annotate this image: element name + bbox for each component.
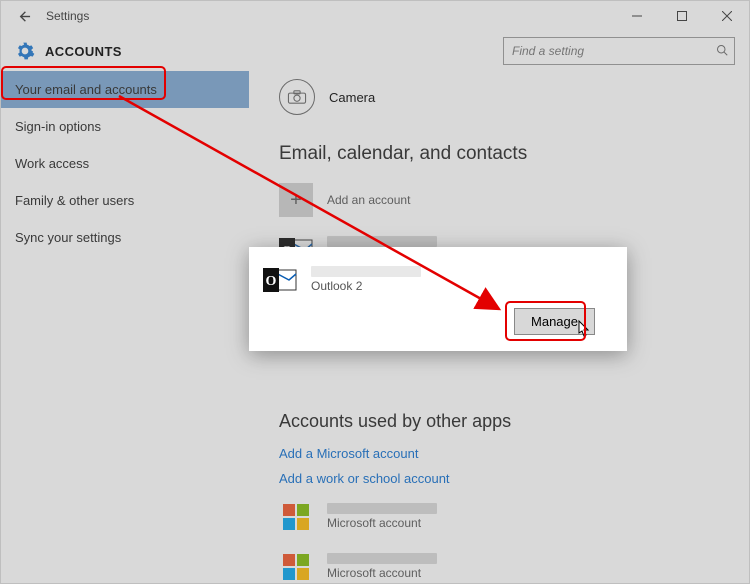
camera-row[interactable]: Camera: [279, 79, 729, 115]
sidebar: Your email and accounts Sign-in options …: [1, 71, 249, 583]
sidebar-item-label: Work access: [15, 156, 89, 171]
add-ms-account-link[interactable]: Add a Microsoft account: [279, 446, 729, 461]
search-input[interactable]: [510, 43, 716, 59]
selected-account-panel: O Outlook 2 Manage: [249, 247, 627, 351]
search-box[interactable]: [503, 37, 735, 65]
sidebar-item-work-access[interactable]: Work access: [1, 145, 249, 182]
camera-icon: [279, 79, 315, 115]
sidebar-item-label: Sign-in options: [15, 119, 101, 134]
sidebar-item-sync-settings[interactable]: Sync your settings: [1, 219, 249, 256]
header: ACCOUNTS: [1, 31, 749, 71]
account-provider: Microsoft account: [327, 566, 437, 580]
account-provider: Microsoft account: [327, 516, 437, 530]
account-email-redacted: [327, 236, 437, 247]
maximize-icon: [677, 11, 687, 21]
sidebar-item-label: Sync your settings: [15, 230, 121, 245]
account-provider: Outlook 2: [311, 279, 421, 293]
search-icon: [716, 44, 728, 59]
microsoft-logo-icon: [279, 550, 313, 583]
account-email-redacted: [327, 553, 437, 564]
minimize-button[interactable]: [614, 1, 659, 31]
sidebar-item-email-accounts[interactable]: Your email and accounts: [1, 71, 249, 108]
sidebar-item-signin-options[interactable]: Sign-in options: [1, 108, 249, 145]
sidebar-item-label: Your email and accounts: [15, 82, 157, 97]
close-button[interactable]: [704, 1, 749, 31]
sidebar-item-label: Family & other users: [15, 193, 134, 208]
settings-gear-icon: [15, 41, 35, 61]
sidebar-item-family-users[interactable]: Family & other users: [1, 182, 249, 219]
add-account-label: Add an account: [327, 193, 410, 207]
account-email-redacted: [311, 266, 421, 277]
manage-button[interactable]: Manage: [514, 308, 595, 335]
svg-text:O: O: [266, 274, 277, 289]
close-icon: [722, 11, 732, 21]
section-email-title: Email, calendar, and contacts: [279, 143, 729, 165]
outlook-icon: O: [263, 263, 297, 297]
ms-account-2[interactable]: Microsoft account: [279, 546, 729, 583]
window-title: Settings: [46, 9, 89, 23]
back-button[interactable]: [1, 1, 46, 31]
add-work-account-link[interactable]: Add a work or school account: [279, 471, 729, 486]
page-title: ACCOUNTS: [45, 44, 122, 59]
maximize-button[interactable]: [659, 1, 704, 31]
ms-account-1[interactable]: Microsoft account: [279, 496, 729, 538]
minimize-icon: [632, 11, 642, 21]
section-usedby-title: Accounts used by other apps: [279, 411, 729, 432]
camera-label: Camera: [329, 90, 375, 105]
titlebar: Settings: [1, 1, 749, 31]
plus-icon: +: [279, 183, 313, 217]
microsoft-logo-icon: [279, 500, 313, 534]
account-email-redacted: [327, 503, 437, 514]
outlook-account-2[interactable]: O Outlook 2: [263, 259, 613, 301]
add-account-row[interactable]: + Add an account: [279, 179, 729, 221]
arrow-left-icon: [16, 9, 31, 24]
